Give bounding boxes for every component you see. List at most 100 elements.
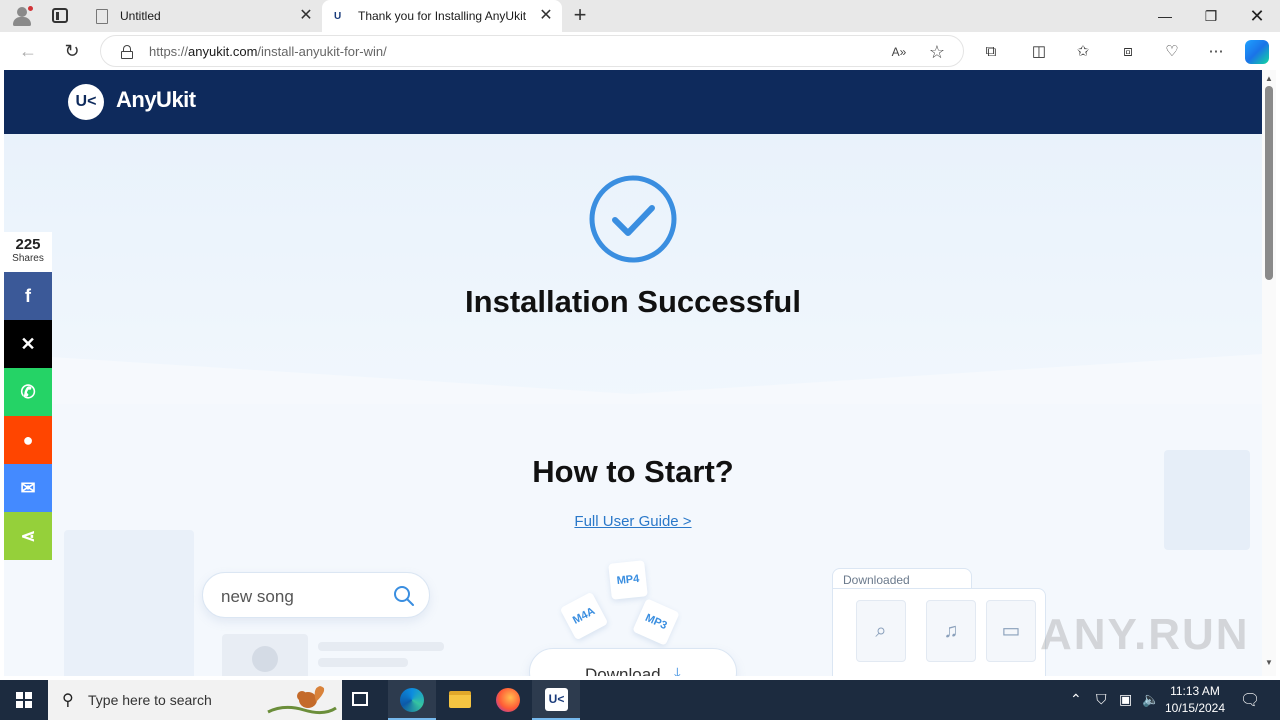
taskbar-firefox-button[interactable] [484,680,532,720]
tab-untitled[interactable]: Untitled ✕ [84,0,322,32]
share-icon: ⋖ [20,526,36,546]
browser-toolbar: ← ↻ https://anyukit.com/install-anyukit-… [0,32,1280,70]
read-aloud-icon[interactable]: A» [889,42,909,62]
folder-icon [449,691,471,708]
format-card-mp4: MP4 [608,560,648,600]
placeholder-line [318,658,408,667]
download-arrow-icon: ⤓ [674,665,681,676]
folder-label: Downloaded [843,573,910,587]
close-icon[interactable]: ✕ [296,6,316,26]
how-to-start-title: How to Start? [532,454,734,489]
search-file-icon: ⌕ [856,600,906,662]
close-icon[interactable]: ✕ [536,6,556,26]
extensions-icon[interactable]: ⧉ [980,41,1002,63]
facebook-share-button[interactable]: f [4,272,52,320]
brand-name[interactable]: AnyUkit [116,87,196,113]
taskbar-anyukit-button[interactable]: U< [532,680,580,720]
video-file-icon: ▭ [986,600,1036,662]
notification-icon[interactable]: 🗨 [1240,690,1260,710]
task-view-button[interactable] [336,680,384,720]
hero-section: Installation Successful [4,134,1262,404]
messenger-icon: ✉ [20,478,36,498]
tab-title: Untitled [120,9,161,23]
start-button[interactable] [0,680,48,720]
reddit-icon: ● [22,430,34,450]
guide-link-text[interactable]: Full User Guide > [574,513,691,530]
browser-essentials-icon[interactable]: ♡ [1161,41,1183,63]
success-check-icon [589,175,677,263]
new-tab-button[interactable]: + [568,4,592,28]
sharethis-share-button[interactable]: ⋖ [4,512,52,560]
share-label: Shares [12,253,44,264]
more-menu-icon[interactable]: ⋯ [1205,41,1227,63]
browser-tab-bar: Untitled ✕ U Thank you for Installing An… [0,0,1280,32]
x-share-button[interactable]: ✕ [4,320,52,368]
anyukit-favicon-icon: U [334,9,346,24]
tray-security-icon[interactable]: ⛉ [1096,691,1107,708]
search-demo-text: new song [221,587,294,606]
music-file-icon: ♫ [926,600,976,662]
taskbar-edge-button[interactable] [388,680,436,720]
page-scrollbar[interactable]: ▲ ▼ [1262,70,1276,676]
tab-anyukit[interactable]: U Thank you for Installing AnyUkit ✕ [322,0,562,32]
anyukit-logo-icon[interactable]: U< [68,84,104,120]
format-card-m4a: M4A [559,591,609,641]
lock-icon[interactable] [121,45,133,59]
profile-icon[interactable] [10,5,34,27]
favorite-star-icon[interactable]: ☆ [927,42,947,62]
hero-fold-decoration [4,354,1262,404]
share-count: 225 Shares [4,232,52,272]
download-label: Download [585,665,661,676]
anyrun-watermark: ANY.RUN [1040,610,1250,659]
background-decoration [64,530,194,676]
split-screen-icon[interactable]: ◫ [1028,41,1050,63]
whatsapp-share-button[interactable]: ✆ [4,368,52,416]
windows-taskbar: ⚲ Type here to search U< ⌃ ⛉ ▣ 🔈 11:13 A… [0,680,1280,720]
edge-icon [400,688,424,712]
tab-actions-icon[interactable] [52,8,68,23]
reddit-share-button[interactable]: ● [4,416,52,464]
volume-icon[interactable]: 🔈 [1142,691,1159,708]
clock-date[interactable]: 10/15/2024 [1160,701,1230,715]
search-highlight-illustration-icon [267,686,337,715]
collections-icon[interactable]: ⧈ [1117,41,1139,63]
restore-button[interactable]: ❐ [1188,0,1234,32]
scroll-down-arrow-icon[interactable]: ▼ [1264,658,1274,668]
reload-button[interactable]: ↻ [58,37,86,65]
site-header: U< AnyUkit [4,70,1262,134]
share-number: 225 [15,236,41,253]
windows-logo-icon [16,692,32,708]
full-user-guide-link[interactable]: Full User Guide > [4,513,1262,530]
scroll-thumb[interactable] [1265,86,1273,280]
window-close-button[interactable]: ✕ [1234,0,1280,32]
page-viewport: U< AnyUkit Installation Successful How t… [4,70,1262,676]
search-demo-box: new song [202,572,430,618]
clock-time[interactable]: 11:13 AM [1160,684,1230,698]
whatsapp-icon: ✆ [20,382,36,402]
address-bar[interactable]: https://anyukit.com/install-anyukit-for-… [100,35,964,67]
url-text[interactable]: https://anyukit.com/install-anyukit-for-… [149,44,387,59]
scroll-up-arrow-icon[interactable]: ▲ [1264,74,1274,84]
taskbar-search-placeholder: Type here to search [88,692,212,708]
network-icon[interactable]: ▣ [1119,691,1132,708]
search-icon: ⚲ [62,692,74,709]
format-card-mp3: MP3 [632,598,680,646]
placeholder-line [318,642,444,651]
taskbar-search-box[interactable]: ⚲ Type here to search [48,680,342,720]
copilot-icon[interactable] [1245,40,1269,64]
tray-overflow-chevron-icon[interactable]: ⌃ [1070,691,1082,708]
minimize-button[interactable]: — [1142,0,1188,32]
back-button[interactable]: ← [14,37,42,65]
facebook-icon: f [25,286,31,306]
search-icon [394,586,414,606]
taskbar-explorer-button[interactable] [436,680,484,720]
document-icon [96,9,108,24]
x-icon: ✕ [20,334,36,354]
firefox-icon [496,688,520,712]
favorites-icon[interactable]: ✩ [1072,41,1094,63]
download-demo-button: Download ⤓ [529,648,737,676]
messenger-share-button[interactable]: ✉ [4,464,52,512]
play-icon [252,646,278,672]
downloaded-folder: Downloaded ⌕ ♫ ▭ [832,568,1046,676]
hero-title: Installation Successful [465,284,801,319]
